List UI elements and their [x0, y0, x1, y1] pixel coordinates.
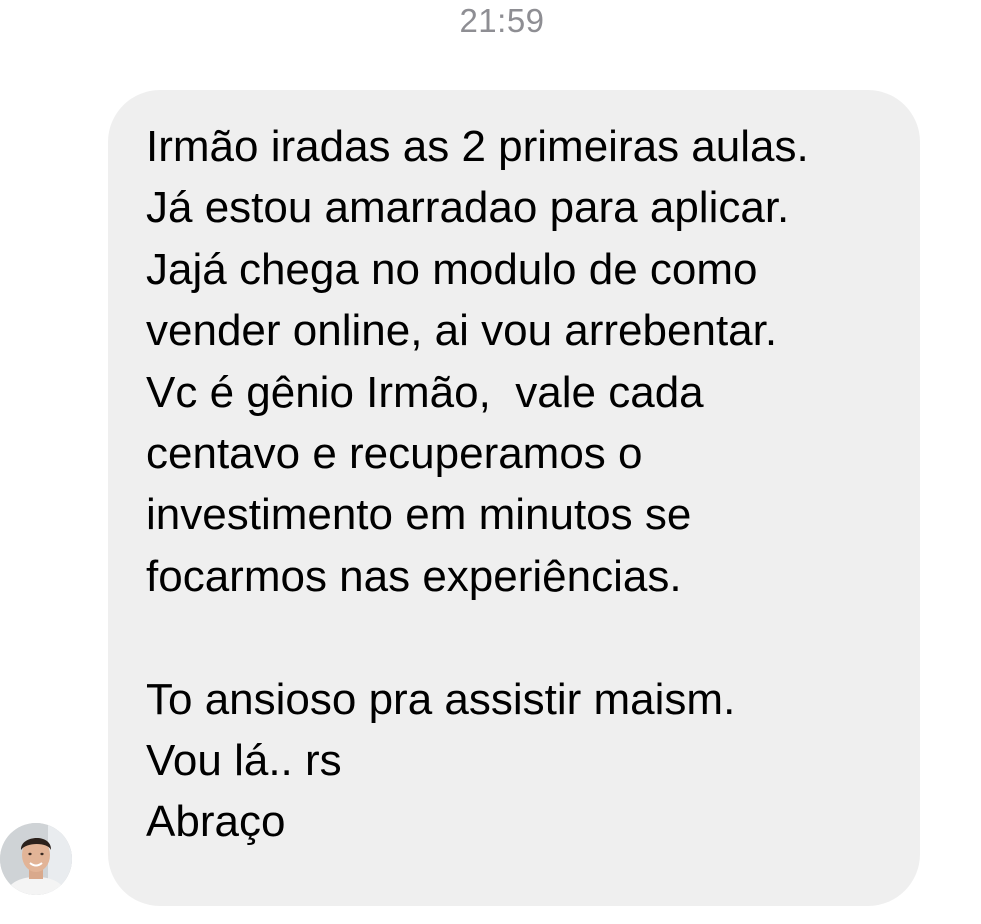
message-line: vender online, ai vou arrebentar. — [146, 306, 778, 356]
avatar-image — [0, 823, 72, 895]
message-line: To ansioso pra assistir maism. — [146, 674, 736, 724]
message-line: Já estou amarradao para aplicar. — [146, 183, 790, 233]
message-line: Jajá chega no modulo de como — [146, 244, 758, 294]
user-avatar-icon[interactable] — [0, 823, 72, 895]
message-line: Vou lá.. rs — [146, 735, 342, 785]
message-timestamp: 21:59 — [459, 2, 545, 39]
incoming-message-bubble[interactable]: Irmão iradas as 2 primeiras aulas. Já es… — [108, 90, 920, 906]
message-line: investimento em minutos se — [146, 490, 692, 540]
message-line: Abraço — [146, 797, 286, 847]
message-line: Irmão iradas as 2 primeiras aulas. — [146, 122, 809, 171]
message-line: focarmos nas experiências. — [146, 551, 682, 601]
message-line: Vc é gênio Irmão, vale cada — [146, 367, 704, 417]
message-line: centavo e recuperamos o — [146, 428, 643, 478]
